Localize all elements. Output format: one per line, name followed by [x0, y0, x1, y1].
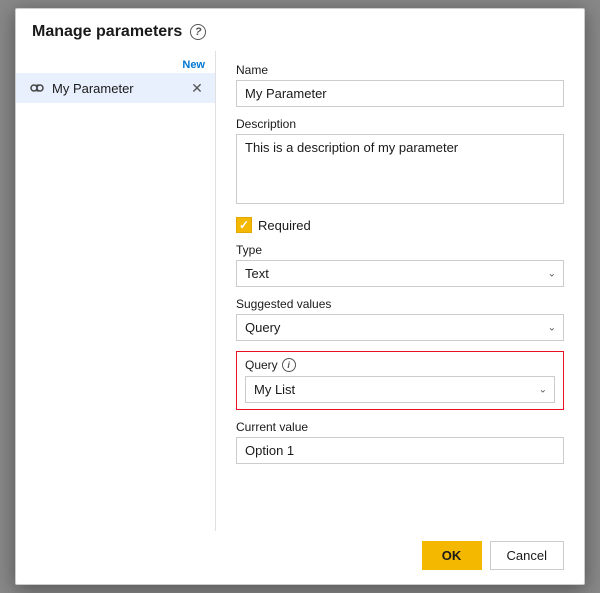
name-label: Name — [236, 63, 564, 77]
type-field-group: Type Text ⌄ — [236, 243, 564, 287]
required-checkbox[interactable]: ✓ — [236, 217, 252, 233]
query-select-wrapper: My List ⌄ — [245, 376, 555, 403]
current-value-label: Current value — [236, 420, 564, 434]
description-textarea[interactable]: This is a description of my parameter — [236, 134, 564, 204]
dialog-header: Manage parameters ? — [16, 9, 584, 51]
query-select[interactable]: My List — [245, 376, 555, 403]
query-label: Query — [245, 358, 278, 372]
sidebar-item-label: My Parameter — [52, 81, 189, 96]
suggested-values-field-group: Suggested values Query ⌄ — [236, 297, 564, 341]
new-label: New — [16, 59, 215, 73]
query-label-row: Query i — [245, 358, 555, 372]
cancel-button[interactable]: Cancel — [490, 541, 564, 570]
main-content: Name Description This is a description o… — [216, 51, 584, 531]
ok-button[interactable]: OK — [422, 541, 482, 570]
suggested-values-select-wrapper: Query ⌄ — [236, 314, 564, 341]
description-label: Description — [236, 117, 564, 131]
query-section: Query i My List ⌄ — [236, 351, 564, 410]
close-item-button[interactable]: ✕ — [189, 80, 205, 96]
type-select[interactable]: Text — [236, 260, 564, 287]
name-field-group: Name — [236, 63, 564, 107]
type-label: Type — [236, 243, 564, 257]
parameter-icon — [28, 79, 46, 97]
query-help-icon[interactable]: i — [282, 358, 296, 372]
manage-parameters-dialog: Manage parameters ? New My Parameter ✕ — [15, 8, 585, 585]
current-value-input[interactable] — [236, 437, 564, 464]
required-label: Required — [258, 218, 311, 233]
suggested-values-select[interactable]: Query — [236, 314, 564, 341]
dialog-body: New My Parameter ✕ Name — [16, 51, 584, 531]
type-select-wrapper: Text ⌄ — [236, 260, 564, 287]
dialog-footer: OK Cancel — [16, 531, 584, 584]
sidebar-item-my-parameter[interactable]: My Parameter ✕ — [16, 73, 215, 103]
name-input[interactable] — [236, 80, 564, 107]
help-icon[interactable]: ? — [190, 24, 206, 40]
sidebar: New My Parameter ✕ — [16, 51, 216, 531]
checkmark-icon: ✓ — [239, 218, 249, 232]
suggested-values-label: Suggested values — [236, 297, 564, 311]
description-field-group: Description This is a description of my … — [236, 117, 564, 207]
current-value-field-group: Current value — [236, 420, 564, 464]
dialog-title: Manage parameters — [32, 23, 182, 41]
required-row: ✓ Required — [236, 217, 564, 233]
